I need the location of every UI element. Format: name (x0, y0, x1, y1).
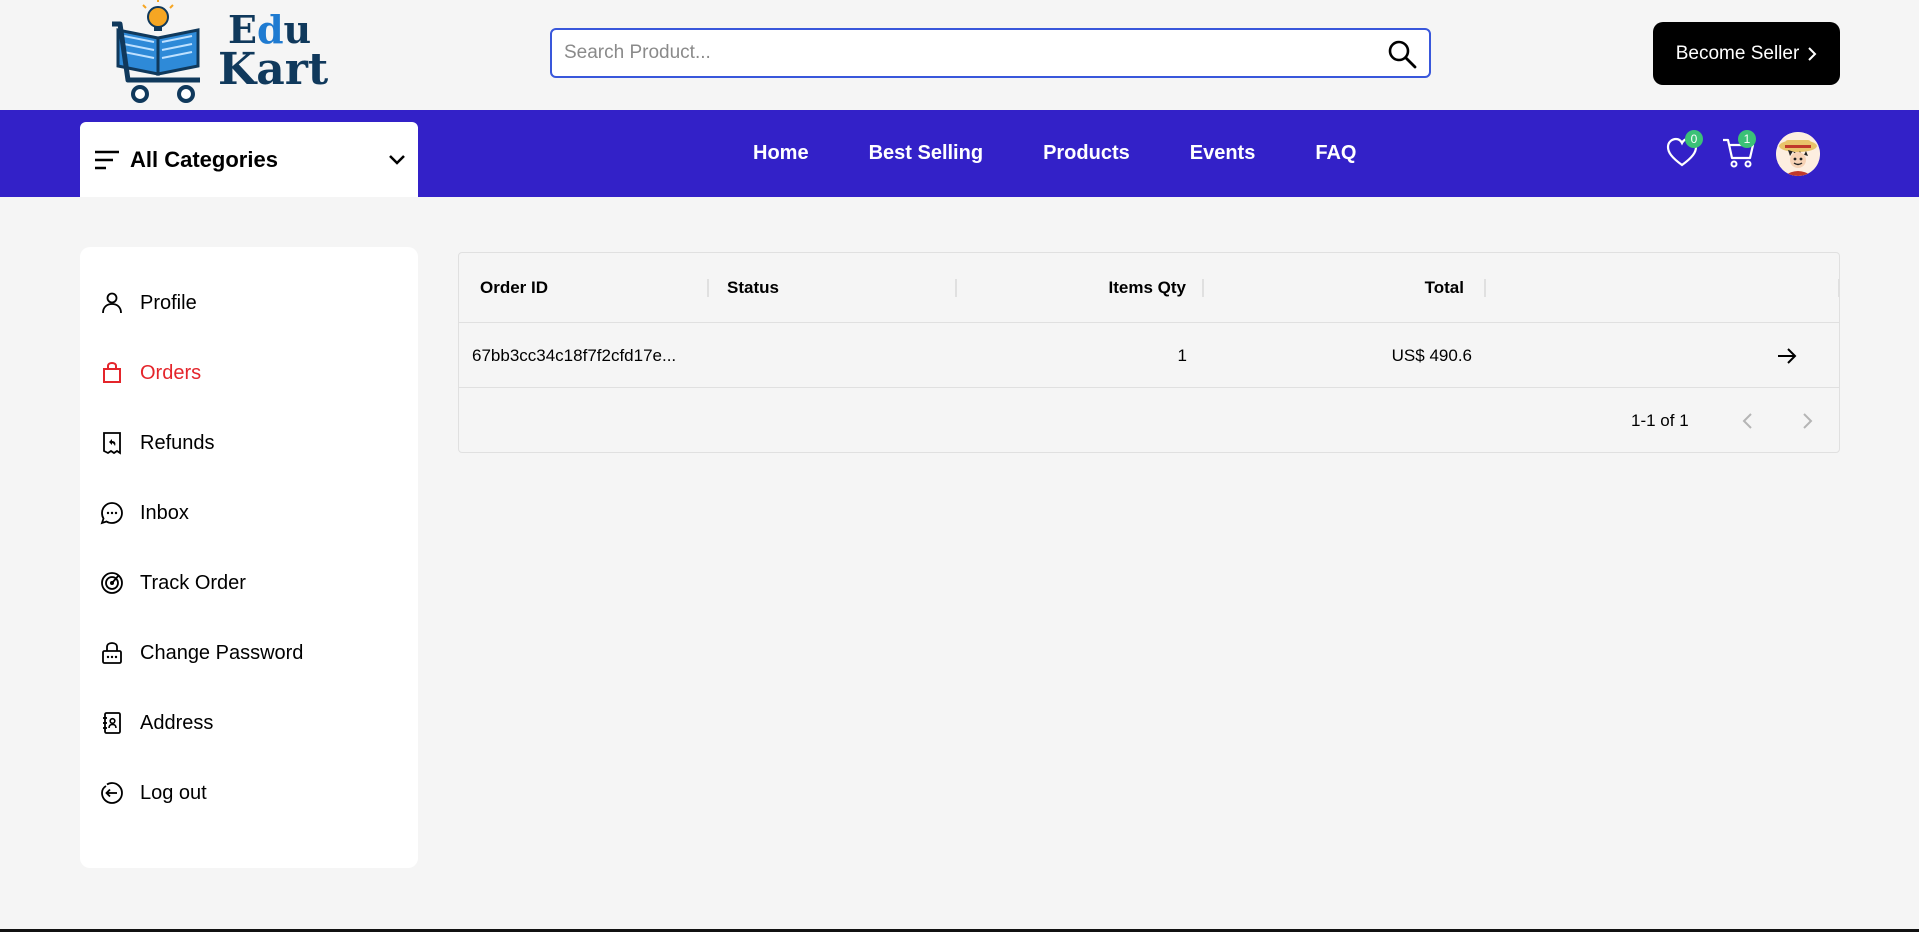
sidebar-item-label: Log out (140, 781, 207, 804)
book-cart-logo-icon (112, 0, 200, 103)
receipt-refund-icon (103, 432, 121, 455)
sidebar-item-label: Profile (140, 291, 197, 314)
view-order-button[interactable] (1775, 323, 1799, 388)
previous-page-icon[interactable] (1735, 408, 1761, 434)
column-header-status[interactable]: Status (727, 253, 779, 323)
top-header: Edu Kart Become Seller (0, 0, 1919, 110)
search-input[interactable] (552, 30, 1372, 76)
user-avatar[interactable] (1776, 132, 1820, 176)
avatar-image-icon (1776, 132, 1820, 176)
account-sidebar: Profile Orders Refunds Inbox Track Order… (80, 247, 418, 868)
orders-table: Order ID Status Items Qty Total 67bb3cc3… (458, 252, 1840, 453)
sidebar-item-label: Track Order (140, 571, 246, 594)
total-cell: US$ 490.6 (1391, 345, 1472, 365)
become-seller-button[interactable]: Become Seller (1653, 22, 1840, 85)
pagination-range: 1-1 of 1 (1631, 410, 1689, 430)
table-pagination: 1-1 of 1 (459, 388, 1839, 453)
lock-icon (102, 642, 122, 664)
cart-button[interactable]: 1 (1722, 130, 1756, 175)
main-navbar: All Categories Home Best Selling Product… (0, 110, 1919, 197)
sidebar-item-address[interactable]: Address (100, 703, 400, 743)
arrow-right-icon (1778, 347, 1797, 364)
primary-nav: Home Best Selling Products Events FAQ (753, 110, 1416, 197)
sidebar-item-label: Change Password (140, 641, 304, 664)
track-radar-icon (101, 572, 123, 594)
sidebar-item-refunds[interactable]: Refunds (100, 423, 400, 463)
nav-link-events[interactable]: Events (1190, 142, 1256, 165)
sidebar-item-label: Orders (140, 361, 202, 384)
cart-count-badge: 1 (1738, 130, 1756, 148)
nav-link-home[interactable]: Home (753, 142, 809, 165)
all-categories-dropdown[interactable]: All Categories (80, 122, 418, 197)
next-page-icon[interactable] (1794, 408, 1820, 434)
column-header-order-id[interactable]: Order ID (480, 253, 548, 323)
nav-link-best-selling[interactable]: Best Selling (869, 142, 983, 165)
sidebar-item-label: Refunds (140, 431, 215, 454)
wishlist-button[interactable]: 0 (1665, 130, 1703, 175)
sidebar-item-logout[interactable]: Log out (100, 773, 400, 813)
sidebar-item-profile[interactable]: Profile (100, 283, 400, 323)
search-icon[interactable] (1387, 39, 1417, 69)
become-seller-label: Become Seller (1675, 42, 1800, 64)
chat-bubble-icon (100, 502, 123, 525)
column-resize-handle[interactable] (1202, 279, 1204, 297)
logout-icon (101, 782, 123, 804)
sidebar-item-inbox[interactable]: Inbox (100, 493, 400, 533)
table-row[interactable]: 67bb3cc34c18f7f2cfd17e... 1 US$ 490.6 (459, 323, 1839, 388)
column-resize-handle[interactable] (1484, 279, 1486, 297)
nav-link-faq[interactable]: FAQ (1315, 142, 1356, 165)
sidebar-item-label: Inbox (140, 501, 189, 524)
chevron-right-icon (1808, 46, 1817, 61)
logo-wordmark: Edu Kart (218, 10, 329, 95)
logo-kart-text: Kart (218, 44, 329, 95)
column-resize-handle[interactable] (955, 279, 957, 297)
edukart-logo[interactable]: Edu Kart (110, 0, 328, 106)
table-header: Order ID Status Items Qty Total (459, 253, 1840, 323)
column-header-total[interactable]: Total (1425, 253, 1464, 323)
sidebar-item-track-order[interactable]: Track Order (100, 563, 400, 603)
categories-label: All Categories (130, 146, 278, 172)
sidebar-item-orders[interactable]: Orders (100, 353, 400, 393)
order-id-cell: 67bb3cc34c18f7f2cfd17e... (472, 345, 677, 365)
column-header-items-qty[interactable]: Items Qty (1109, 253, 1186, 323)
nav-link-products[interactable]: Products (1043, 142, 1130, 165)
person-icon (102, 292, 122, 314)
search-box (550, 28, 1431, 78)
items-qty-cell: 1 (1177, 345, 1187, 365)
shopping-bag-icon (103, 361, 121, 383)
column-resize-handle[interactable] (1838, 279, 1840, 297)
column-resize-handle[interactable] (707, 279, 709, 297)
sidebar-item-change-password[interactable]: Change Password (100, 633, 400, 673)
address-book-icon (103, 712, 121, 734)
sidebar-item-label: Address (140, 711, 214, 734)
wishlist-count-badge: 0 (1685, 130, 1703, 148)
filter-menu-icon (95, 150, 119, 169)
chevron-down-icon (389, 154, 405, 165)
